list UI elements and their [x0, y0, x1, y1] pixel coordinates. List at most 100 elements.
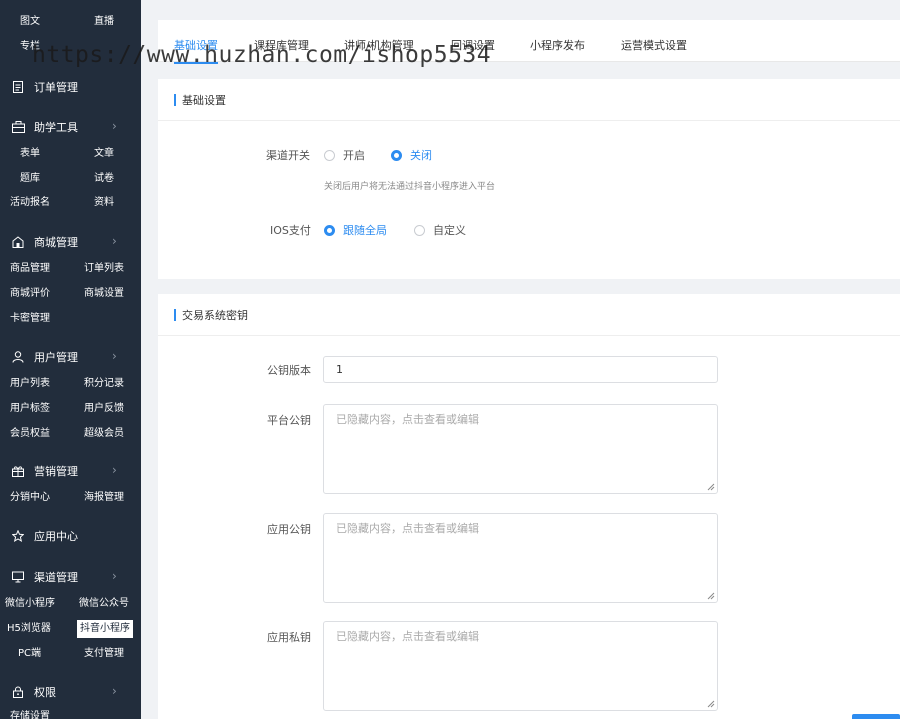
sidebar-item-posters[interactable]: 海报管理	[84, 489, 124, 507]
monitor-icon	[11, 570, 25, 584]
sidebar-group-label: 渠道管理	[34, 571, 78, 584]
sidebar-item-douyin-mini[interactable]: 抖音小程序	[77, 620, 133, 638]
radio-circle	[324, 224, 335, 236]
app-pubkey-label: 应用公钥	[267, 523, 311, 536]
textarea-placeholder: 已隐藏内容，点击查看或编辑	[336, 413, 479, 426]
ios-follow-global-radio[interactable]: 跟随全局	[324, 222, 387, 238]
document-icon	[11, 80, 25, 94]
chevron-right-icon: ›	[112, 684, 117, 698]
sidebar-item-question-bank[interactable]: 题库	[20, 170, 40, 188]
app-privkey-textarea[interactable]: 已隐藏内容，点击查看或编辑	[323, 621, 718, 711]
channel-switch-label: 渠道开关	[266, 149, 310, 162]
textarea-placeholder: 已隐藏内容，点击查看或编辑	[336, 522, 479, 535]
channel-off-radio[interactable]: 关闭	[391, 147, 432, 163]
radio-label: 关闭	[410, 149, 432, 162]
section-title: 基础设置	[182, 94, 226, 107]
watermark: https://www.huzhan.com/ishop5534	[32, 42, 492, 68]
sidebar-item-h5-browser[interactable]: H5浏览器	[7, 620, 51, 638]
sidebar-item-user-list[interactable]: 用户列表	[10, 375, 50, 393]
star-icon	[11, 529, 25, 543]
sidebar-group-users[interactable]: 用户管理 ›	[0, 346, 141, 368]
sidebar-item-wechat-official[interactable]: 微信公众号	[79, 595, 129, 613]
sidebar-group-label: 营销管理	[34, 465, 78, 478]
sidebar-item-wechat-mini[interactable]: 微信小程序	[5, 595, 55, 613]
chevron-right-icon: ›	[112, 234, 117, 248]
chevron-right-icon: ›	[112, 119, 117, 133]
resize-grip-icon[interactable]	[707, 700, 715, 708]
radio-circle	[324, 149, 335, 161]
pubkey-version-input[interactable]: 1	[323, 356, 718, 383]
radio-circle	[391, 149, 402, 161]
sidebar-group-label: 助学工具	[34, 121, 78, 134]
resize-grip-icon[interactable]	[707, 483, 715, 491]
section-title: 交易系统密钥	[182, 309, 248, 322]
sidebar-group-label: 商城管理	[34, 236, 78, 249]
sidebar-item-payment[interactable]: 支付管理	[84, 645, 124, 663]
sidebar-group-app-center[interactable]: 应用中心	[0, 525, 141, 547]
lock-icon	[11, 685, 25, 699]
chevron-right-icon: ›	[112, 349, 117, 363]
card-header: 交易系统密钥	[158, 294, 900, 336]
card-header: 基础设置	[158, 79, 900, 121]
sidebar-group-label: 权限	[34, 686, 56, 699]
pubkey-version-label: 公钥版本	[267, 364, 311, 377]
section-marker	[174, 309, 176, 321]
save-button[interactable]	[852, 714, 900, 719]
sidebar-group-shop[interactable]: 商城管理 ›	[0, 231, 141, 253]
sidebar-item-user-tags[interactable]: 用户标签	[10, 400, 50, 418]
sidebar-item-form[interactable]: 表单	[20, 145, 40, 163]
channel-hint: 关闭后用户将无法通过抖音小程序进入平台	[324, 182, 496, 192]
section-marker	[174, 94, 176, 106]
resize-grip-icon[interactable]	[707, 592, 715, 600]
radio-circle	[414, 224, 425, 236]
sidebar-group-channels[interactable]: 渠道管理 ›	[0, 566, 141, 588]
sidebar-item-graphic[interactable]: 图文	[20, 13, 40, 31]
ios-pay-label: IOS支付	[270, 224, 311, 237]
sidebar-group-marketing[interactable]: 营销管理 ›	[0, 460, 141, 482]
sidebar-item-distribution[interactable]: 分销中心	[10, 489, 50, 507]
sidebar-item-shop-reviews[interactable]: 商城评价	[10, 285, 50, 303]
app-privkey-label: 应用私钥	[267, 631, 311, 644]
sidebar-item-shop-settings[interactable]: 商城设置	[84, 285, 124, 303]
user-icon	[11, 350, 25, 364]
sidebar: 图文 直播 专栏 订单管理 助学工具 › 表单 文章 题库 试卷 活动报名 资料…	[0, 0, 141, 719]
sidebar-item-super-member[interactable]: 超级会员	[84, 425, 124, 443]
textarea-placeholder: 已隐藏内容，点击查看或编辑	[336, 630, 479, 643]
sidebar-item-storage[interactable]: 存储设置	[10, 708, 50, 719]
shop-icon	[11, 235, 25, 249]
sidebar-group-orders[interactable]: 订单管理	[0, 76, 141, 98]
radio-label: 自定义	[433, 224, 466, 237]
sidebar-item-pc[interactable]: PC端	[18, 645, 41, 663]
chevron-right-icon: ›	[112, 569, 117, 583]
app-pubkey-textarea[interactable]: 已隐藏内容，点击查看或编辑	[323, 513, 718, 603]
sidebar-group-label: 用户管理	[34, 351, 78, 364]
tab-miniprogram-publish[interactable]: 小程序发布	[530, 37, 585, 53]
sidebar-item-live[interactable]: 直播	[94, 13, 114, 31]
gift-icon	[11, 464, 25, 478]
sidebar-group-permissions[interactable]: 权限 ›	[0, 681, 141, 703]
sidebar-item-event-signup[interactable]: 活动报名	[10, 194, 50, 212]
tab-operation-mode[interactable]: 运营模式设置	[621, 37, 687, 53]
sidebar-item-member-benefits[interactable]: 会员权益	[10, 425, 50, 443]
sidebar-item-points-log[interactable]: 积分记录	[84, 375, 124, 393]
chevron-right-icon: ›	[112, 463, 117, 477]
sidebar-item-order-list[interactable]: 订单列表	[84, 260, 124, 278]
trade-keys-card: 交易系统密钥 公钥版本 1 平台公钥 已隐藏内容，点击查看或编辑 应用公钥 已隐…	[158, 294, 900, 719]
sidebar-item-products[interactable]: 商品管理	[10, 260, 50, 278]
platform-pubkey-textarea[interactable]: 已隐藏内容，点击查看或编辑	[323, 404, 718, 494]
radio-label: 跟随全局	[343, 224, 387, 237]
basic-settings-card: 基础设置 渠道开关 开启 关闭 关闭后用户将无法通过抖音小程序进入平台 IOS支…	[158, 79, 900, 279]
sidebar-group-label: 应用中心	[34, 530, 78, 543]
platform-pubkey-label: 平台公钥	[267, 414, 311, 427]
ios-custom-radio[interactable]: 自定义	[414, 222, 466, 238]
top-strip	[141, 0, 900, 8]
sidebar-item-user-feedback[interactable]: 用户反馈	[84, 400, 124, 418]
sidebar-item-article[interactable]: 文章	[94, 145, 114, 163]
sidebar-item-card-keys[interactable]: 卡密管理	[10, 310, 50, 328]
channel-on-radio[interactable]: 开启	[324, 147, 365, 163]
sidebar-item-exam[interactable]: 试卷	[94, 170, 114, 188]
radio-label: 开启	[343, 149, 365, 162]
sidebar-group-study-tools[interactable]: 助学工具 ›	[0, 116, 141, 138]
sidebar-item-materials[interactable]: 资料	[94, 194, 114, 212]
sidebar-group-label: 订单管理	[34, 81, 78, 94]
